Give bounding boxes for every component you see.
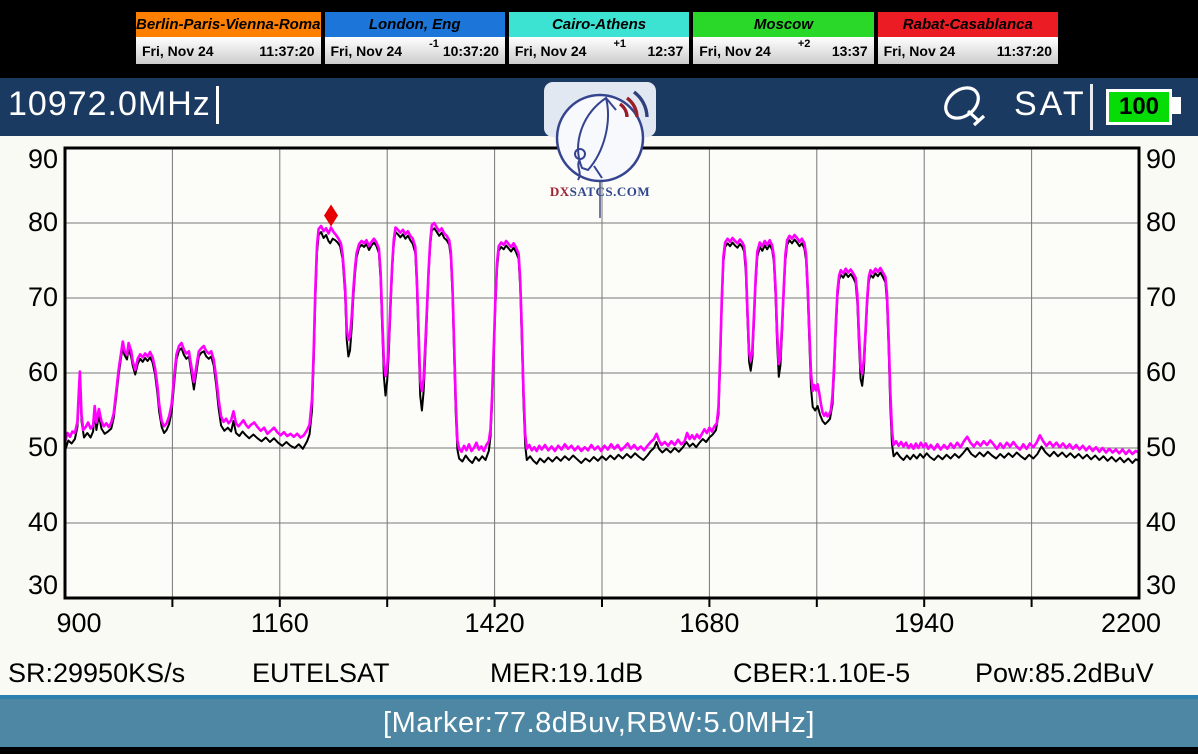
marker-readout-text: [Marker:77.8dBuv,RBW:5.0MHz] (383, 707, 815, 740)
text-cursor (216, 86, 219, 124)
clock-time: 11:37:20 (997, 43, 1052, 59)
clock-date-time: Fri, Nov 24 -1 10:37:20 (325, 37, 505, 64)
clock-date: Fri, Nov 24 (142, 43, 214, 59)
y-axis-tick-label-right: 50 (1146, 432, 1198, 463)
clock-cell: Moscow Fri, Nov 24 +2 13:37 (693, 12, 873, 66)
satellite-dish-icon (938, 82, 996, 139)
y-axis-tick-label-left: 60 (12, 357, 58, 388)
clock-time: 11:37:20 (259, 43, 314, 59)
sat-mode-label: SAT (1014, 85, 1087, 124)
clock-date: Fri, Nov 24 (699, 43, 771, 59)
clock-utc-offset: +1 (613, 38, 626, 50)
y-axis-tick-label-right: 70 (1146, 282, 1198, 313)
marker-readout-bar: [Marker:77.8dBuv,RBW:5.0MHz] (0, 695, 1198, 747)
x-axis-tick-label: 1420 (440, 608, 550, 639)
y-axis-tick-label-right: 60 (1146, 357, 1198, 388)
bottom-strip (0, 747, 1198, 754)
logo-text: DXSATCS.COM (542, 184, 658, 200)
battery-indicator: 100 (1106, 89, 1172, 125)
clock-date-time: Fri, Nov 24 +2 13:37 (693, 37, 873, 64)
clock-utc-offset: -1 (429, 38, 439, 50)
clock-city-label: Cairo-Athens (509, 12, 689, 37)
logo-text-dx: DX (550, 184, 570, 199)
world-clocks: Berlin-Paris-Vienna-Roma Fri, Nov 24 11:37… (136, 12, 1058, 66)
dxsatcs-logo: DXSATCS.COM (542, 82, 658, 224)
x-axis-tick-label: 2200 (1076, 608, 1186, 639)
clock-time: 12:37 (647, 43, 683, 59)
clock-city-label: Moscow (693, 12, 873, 37)
clock-date: Fri, Nov 24 (331, 43, 403, 59)
y-axis-tick-label-left: 40 (12, 507, 58, 538)
world-clock-bar: Berlin-Paris-Vienna-Roma Fri, Nov 24 11:37… (0, 0, 1198, 78)
clock-cell: Rabat-Casablanca Fri, Nov 24 11:37:20 (878, 12, 1058, 66)
clock-cell: London, Eng Fri, Nov 24 -1 10:37:20 (325, 12, 505, 66)
clock-date-time: Fri, Nov 24 +1 12:37 (509, 37, 689, 64)
status-power: Pow:85.2dBuV (975, 658, 1154, 690)
x-axis-tick-label: 1680 (654, 608, 764, 639)
x-axis-tick-label: 900 (24, 608, 134, 639)
status-mer: MER:19.1dB (490, 658, 643, 690)
clock-time: 13:37 (832, 43, 868, 59)
battery-nub (1172, 97, 1181, 114)
status-cber: CBER:1.10E-5 (733, 658, 910, 690)
clock-city-label: London, Eng (325, 12, 505, 37)
y-axis-tick-label-left: 90 (12, 144, 58, 175)
clock-cell: Berlin-Paris-Vienna-Roma Fri, Nov 24 11:37… (136, 12, 321, 66)
battery-level: 100 (1119, 93, 1159, 120)
y-axis-tick-label-right: 80 (1146, 207, 1198, 238)
logo-graphic (542, 82, 658, 224)
y-axis-tick-label-left: 70 (12, 282, 58, 313)
status-symbol-rate: SR:29950KS/s (8, 658, 185, 690)
status-satellite-name: EUTELSAT (252, 658, 390, 690)
y-axis-tick-label-right: 90 (1146, 144, 1198, 175)
header-separator (1090, 84, 1093, 130)
clock-city-label: Berlin-Paris-Vienna-Roma (136, 12, 321, 37)
clock-utc-offset: +2 (798, 38, 811, 50)
clock-date-time: Fri, Nov 24 11:37:20 (878, 37, 1058, 64)
y-axis-tick-label-right: 40 (1146, 507, 1198, 538)
y-axis-tick-label-left: 50 (12, 432, 58, 463)
y-axis-tick-label-right: 30 (1146, 570, 1198, 601)
y-axis-tick-label-left: 80 (12, 207, 58, 238)
y-axis-tick-label-left: 30 (12, 570, 58, 601)
clock-date-time: Fri, Nov 24 11:37:20 (136, 37, 321, 64)
clock-city-label: Rabat-Casablanca (878, 12, 1058, 37)
clock-time: 10:37:20 (443, 43, 499, 59)
frequency-input[interactable]: 10972.0MHz (8, 85, 211, 124)
x-axis-tick-label: 1160 (225, 608, 335, 639)
satmeter-screen: Berlin-Paris-Vienna-Roma Fri, Nov 24 11:37… (0, 0, 1198, 754)
x-axis-tick-label: 1940 (869, 608, 979, 639)
clock-date: Fri, Nov 24 (515, 43, 587, 59)
logo-text-rest: SATCS.COM (570, 184, 650, 199)
clock-cell: Cairo-Athens Fri, Nov 24 +1 12:37 (509, 12, 689, 66)
clock-date: Fri, Nov 24 (884, 43, 956, 59)
